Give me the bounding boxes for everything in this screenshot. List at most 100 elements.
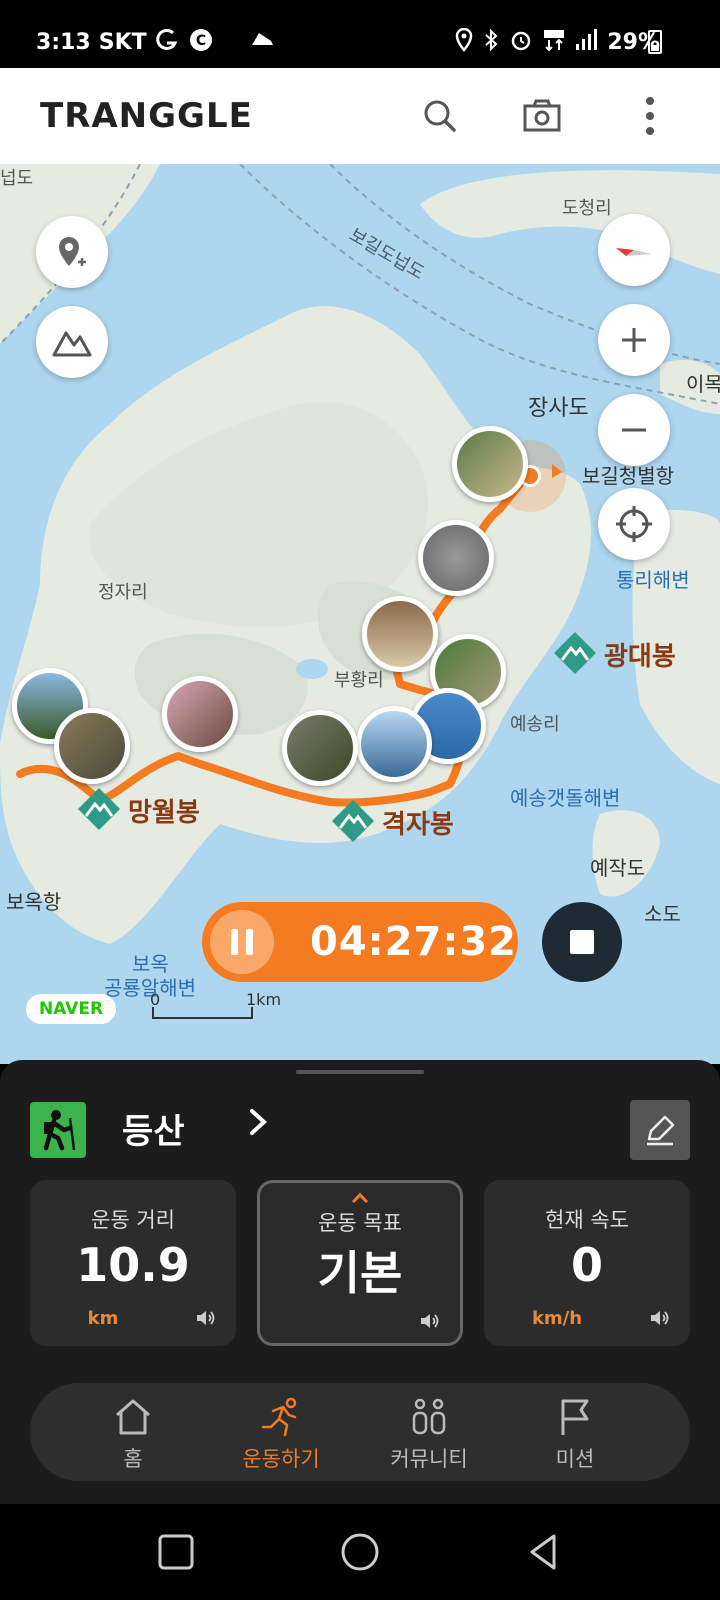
sheet-handle[interactable] (296, 1070, 424, 1074)
stat-label: 운동 목표 (318, 1211, 402, 1235)
elapsed-time: 04:27:32 (310, 919, 517, 965)
pause-icon (231, 929, 238, 955)
crosshair-icon (616, 506, 652, 542)
place-label: 부황리 (334, 670, 384, 691)
home-circle-icon[interactable] (336, 1528, 384, 1576)
photo-marker[interactable] (418, 520, 494, 596)
place-label: 도청리 (562, 198, 612, 219)
recents-icon[interactable] (152, 1528, 200, 1576)
naver-attribution: NAVER (26, 994, 116, 1024)
shoe-icon (249, 29, 275, 56)
battery-icon (648, 30, 662, 54)
running-icon (261, 1397, 297, 1437)
stat-value: 10.9 (76, 1238, 190, 1292)
flag-icon (561, 1399, 589, 1435)
mountain-peak-icon[interactable] (552, 630, 598, 676)
stat-label: 현재 속도 (545, 1208, 629, 1232)
add-location-button[interactable] (36, 216, 108, 288)
nav-label: 커뮤니티 (390, 1447, 468, 1471)
plus-icon (622, 328, 646, 352)
c-badge-icon: C (189, 28, 213, 57)
app-header: TRANGGLE (0, 68, 720, 164)
home-icon (116, 1399, 150, 1435)
stat-value: 기본 (317, 1246, 403, 1300)
peak-label-gyeokja: 격자봉 (382, 810, 454, 840)
pause-icon-bar (246, 929, 253, 955)
system-nav-bar (0, 1504, 720, 1600)
lte-icon (543, 28, 565, 57)
photo-marker[interactable] (452, 426, 528, 502)
more-button[interactable] (626, 92, 674, 140)
place-label: 통리해변 (616, 568, 690, 592)
nav-item-workout[interactable]: 운동하기 (206, 1383, 356, 1481)
place-label: 예송리 (510, 714, 560, 735)
carrier-g-icon (155, 28, 181, 56)
pause-button[interactable] (210, 910, 274, 974)
my-location-button[interactable] (598, 488, 670, 560)
status-carrier: SKT (98, 30, 147, 55)
activity-sheet: 등산 운동 거리 10.9 km 운동 목표 기본 현재 속도 0 km/h 홈… (0, 1060, 720, 1504)
stop-icon (570, 930, 594, 954)
edit-button[interactable] (630, 1100, 690, 1160)
chevron-right-icon[interactable] (248, 1106, 268, 1146)
scale-bar (152, 1007, 253, 1019)
stat-card-distance[interactable]: 운동 거리 10.9 km (30, 1180, 236, 1346)
mountain-icon (52, 331, 92, 357)
place-label: 예작도 (590, 856, 646, 880)
camera-icon (523, 99, 561, 132)
photo-marker[interactable] (54, 708, 130, 784)
stat-card-speed[interactable]: 현재 속도 0 km/h (484, 1180, 690, 1346)
compass-button[interactable] (598, 214, 670, 286)
bluetooth-icon (483, 28, 499, 57)
photo-marker[interactable] (162, 676, 238, 752)
place-label: 장사도 (528, 396, 589, 421)
speaker-icon[interactable] (648, 1306, 672, 1330)
nav-item-mission[interactable]: 미션 (500, 1383, 650, 1481)
pencil-icon (647, 1115, 675, 1146)
speaker-icon[interactable] (194, 1306, 218, 1330)
place-label: 예송갯돌해변 (510, 786, 621, 810)
place-label: 소도 (644, 902, 681, 926)
bottom-nav: 홈 운동하기 커뮤니티 미션 (30, 1383, 690, 1481)
search-icon (424, 100, 456, 132)
compass-icon (616, 248, 652, 256)
zoom-in-button[interactable] (598, 304, 670, 376)
nav-label: 홈 (123, 1447, 143, 1471)
peak-label-mangwol: 망월봉 (128, 798, 200, 828)
peak-label-gwangdae: 광대봉 (604, 642, 676, 672)
stat-label: 운동 거리 (91, 1208, 175, 1232)
stat-card-goal[interactable]: 운동 목표 기본 (257, 1180, 463, 1346)
place-label: 이목 (686, 372, 720, 396)
map-view[interactable]: 넙도 도청리 보길도넙도 장사도 보길청별항 이목 정자리 통리해변 부황리 예… (0, 164, 720, 1064)
mountain-peak-icon[interactable] (76, 786, 122, 832)
search-button[interactable] (416, 92, 464, 140)
camera-button[interactable] (518, 92, 566, 140)
mountain-layer-button[interactable] (36, 306, 108, 378)
stop-button[interactable] (542, 902, 622, 982)
nav-item-home[interactable]: 홈 (58, 1383, 208, 1481)
nav-label: 운동하기 (242, 1447, 320, 1471)
map-scale: 0 1km (150, 990, 281, 1024)
photo-marker[interactable] (282, 710, 358, 786)
photo-marker[interactable] (356, 706, 432, 782)
add-location-icon (59, 237, 86, 266)
community-icon (412, 1398, 446, 1435)
svg-text:C: C (196, 33, 206, 49)
location-icon (455, 27, 473, 57)
place-label: 보옥항 (6, 890, 62, 914)
hiking-icon (30, 1102, 86, 1158)
nav-label: 미션 (555, 1447, 595, 1471)
mountain-peak-icon[interactable] (330, 798, 376, 844)
activity-title[interactable]: 등산 (122, 1104, 185, 1153)
workout-timer: 04:27:32 (202, 902, 518, 982)
status-time: 3:13 (36, 30, 91, 55)
speaker-icon[interactable] (418, 1309, 442, 1333)
signal-icon (575, 28, 598, 57)
place-label: 정자리 (98, 582, 148, 603)
back-icon[interactable] (520, 1528, 568, 1576)
nav-item-community[interactable]: 커뮤니티 (354, 1383, 504, 1481)
photo-marker[interactable] (362, 596, 438, 672)
zoom-out-button[interactable] (598, 394, 670, 466)
place-label: 넙도 (0, 168, 34, 189)
app-logo: TRANGGLE (40, 96, 253, 136)
